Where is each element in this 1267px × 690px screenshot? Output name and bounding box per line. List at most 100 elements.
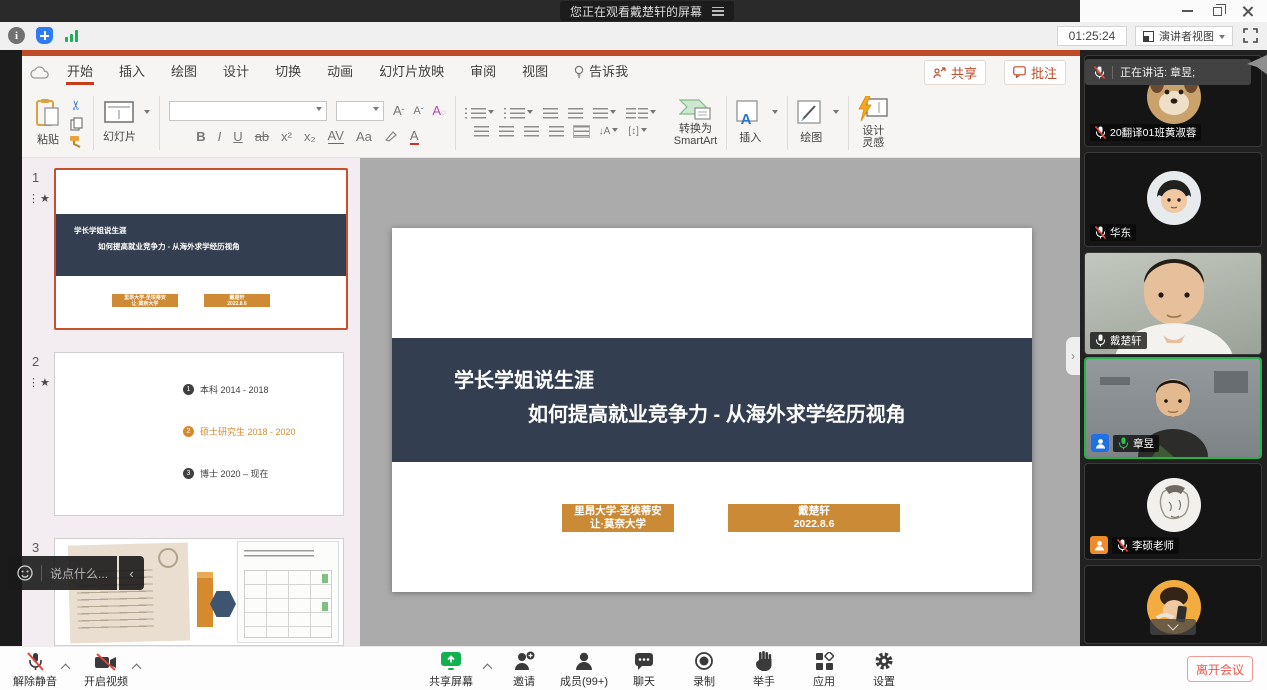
leave-meeting-button[interactable]: 离开会议 — [1187, 656, 1253, 682]
meeting-info-icon[interactable]: i — [8, 27, 25, 44]
copy-icon[interactable] — [70, 117, 83, 131]
mic-options-caret[interactable] — [61, 664, 71, 674]
font-size-select[interactable] — [336, 101, 384, 121]
cartoon-boy-avatar — [1147, 171, 1201, 225]
sidebar-collapse-handle[interactable]: › — [1066, 337, 1080, 375]
unmute-button[interactable]: 解除静音 — [8, 651, 62, 689]
superscript-button[interactable]: x² — [281, 129, 292, 144]
participant-tile-5[interactable]: 李硕老师 — [1084, 463, 1262, 560]
participant-tile-4[interactable]: 章昱 — [1084, 357, 1262, 459]
clear-formatting-icon[interactable]: A◌ — [432, 103, 445, 118]
distribute-icon[interactable] — [574, 126, 589, 137]
tab-insert[interactable]: 插入 — [106, 56, 158, 88]
meeting-toolbar: 解除静音 开启视频 — [0, 646, 1267, 690]
chat-collapse-button[interactable]: ‹ — [119, 556, 144, 590]
change-case-button[interactable]: Aa — [356, 129, 372, 144]
new-slide-button[interactable]: 幻灯片 — [103, 101, 136, 144]
slide-3-number: 3 — [32, 540, 39, 555]
security-shield-icon[interactable] — [36, 27, 53, 44]
record-button[interactable]: 录制 — [677, 651, 731, 689]
tab-home[interactable]: 开始 — [54, 56, 106, 88]
cut-icon[interactable]: ✂ — [69, 100, 85, 111]
banner-menu-icon[interactable] — [712, 7, 724, 16]
members-icon — [574, 651, 594, 671]
emoji-icon[interactable] — [17, 565, 33, 581]
font-name-select[interactable] — [169, 101, 327, 121]
members-button[interactable]: 成员(99+) — [557, 651, 611, 689]
align-text-button[interactable]: [↕] — [628, 126, 647, 137]
slide-thumbnail-3[interactable] — [54, 538, 344, 646]
share-button[interactable]: 共享 — [924, 60, 986, 85]
chat-button[interactable]: 聊天 — [617, 651, 671, 689]
increase-font-icon[interactable]: Aˆ — [393, 103, 404, 118]
paste-button[interactable]: 粘贴 — [35, 98, 61, 147]
align-left-icon[interactable] — [474, 126, 489, 137]
video-options-caret[interactable] — [132, 664, 142, 674]
numbering-button[interactable] — [504, 108, 533, 119]
character-spacing-button[interactable]: AV — [328, 128, 344, 144]
settings-button[interactable]: 设置 — [857, 651, 911, 689]
draw-button[interactable]: 绘图 — [797, 100, 825, 145]
bold-button[interactable]: B — [196, 129, 205, 144]
decrease-font-icon[interactable]: Aˇ — [413, 105, 423, 117]
view-mode-dropdown[interactable]: 演讲者视图 — [1135, 26, 1233, 46]
restore-icon[interactable] — [1213, 7, 1222, 16]
close-icon[interactable] — [1242, 6, 1253, 17]
increase-indent-icon[interactable] — [568, 108, 583, 119]
line-spacing-button[interactable] — [593, 108, 616, 119]
align-right-icon[interactable] — [524, 126, 539, 137]
tab-view[interactable]: 视图 — [509, 56, 561, 88]
network-signal-icon[interactable] — [64, 29, 80, 43]
slide-thumbnail-2[interactable]: 1 本科 2014 - 2018 2 硕士研究生 2018 - 2020 3 博… — [54, 352, 344, 516]
participant-tile-2[interactable]: 华东 — [1084, 152, 1262, 247]
slide-title-line2: 如何提高就业竞争力 - 从海外求学经历视角 — [528, 398, 906, 427]
current-slide: 学长学姐说生涯 如何提高就业竞争力 - 从海外求学经历视角 里昂大学-圣埃蒂安让… — [392, 228, 1032, 592]
format-painter-icon[interactable] — [69, 135, 84, 148]
camera-off-icon — [94, 653, 118, 671]
strikethrough-button[interactable]: ab — [255, 129, 269, 144]
design-ideas-button[interactable]: 设计灵感 — [858, 96, 888, 149]
tab-review[interactable]: 审阅 — [457, 56, 509, 88]
mic-on-icon — [1095, 334, 1106, 347]
tab-design[interactable]: 设计 — [210, 56, 262, 88]
align-center-icon[interactable] — [499, 126, 514, 137]
chat-input[interactable]: 说点什么... — [8, 556, 117, 590]
fullscreen-button[interactable] — [1241, 26, 1261, 46]
justify-icon[interactable] — [549, 126, 564, 137]
invite-button[interactable]: 邀请 — [497, 651, 551, 689]
tab-transitions[interactable]: 切换 — [262, 56, 314, 88]
watching-banner[interactable]: 您正在观看戴楚轩的屏幕 — [560, 1, 734, 21]
slide-thumbnail-1[interactable]: 学长学姐说生涯 如何提高就业竞争力 - 从海外求学经历视角 里昂大学-圣埃蒂安让… — [54, 168, 348, 330]
font-color-icon[interactable]: A — [410, 128, 419, 145]
tab-animations[interactable]: 动画 — [314, 56, 366, 88]
view-mode-label: 演讲者视图 — [1159, 28, 1214, 44]
convert-smartart-button[interactable]: 转换为SmartArt — [674, 99, 717, 147]
share-screen-button[interactable]: 共享屏幕 — [424, 651, 478, 689]
highlight-pen-icon[interactable] — [384, 130, 398, 142]
tab-drawing[interactable]: 绘图 — [158, 56, 210, 88]
tab-tell-me[interactable]: 告诉我 — [561, 56, 641, 88]
start-video-button[interactable]: 开启视频 — [79, 651, 133, 689]
paragraph-group: ↓A [↕] — [456, 88, 665, 157]
underline-button[interactable]: U — [233, 129, 242, 144]
comments-button[interactable]: 批注 — [1004, 60, 1066, 85]
participant-tile-6[interactable] — [1084, 565, 1262, 644]
mic-muted-icon — [1094, 66, 1105, 79]
text-direction-button[interactable]: ↓A — [599, 126, 619, 137]
apps-button[interactable]: 应用 — [797, 651, 851, 689]
participant-tile-3[interactable]: 戴楚轩 — [1084, 252, 1262, 355]
italic-button[interactable]: I — [218, 129, 222, 144]
insert-textbox-button[interactable]: A 插入 — [736, 100, 764, 145]
share-options-caret[interactable] — [483, 664, 493, 674]
bullets-button[interactable] — [465, 108, 494, 119]
raise-hand-button[interactable]: 举手 — [737, 651, 791, 689]
font-group: Aˆ Aˇ A◌ B I U ab x² x₂ AV Aa A — [160, 88, 455, 157]
scroll-participants-button[interactable] — [1150, 619, 1196, 635]
subscript-button[interactable]: x₂ — [304, 129, 316, 144]
tab-slideshow[interactable]: 幻灯片放映 — [366, 56, 457, 88]
minimize-icon[interactable] — [1182, 10, 1193, 12]
slide-canvas[interactable]: 学长学姐说生涯 如何提高就业竞争力 - 从海外求学经历视角 里昂大学-圣埃蒂安让… — [360, 158, 1080, 646]
decrease-indent-icon[interactable] — [543, 108, 558, 119]
slide-university-box: 里昂大学-圣埃蒂安让·莫奈大学 — [562, 504, 674, 532]
columns-button[interactable] — [626, 108, 656, 119]
